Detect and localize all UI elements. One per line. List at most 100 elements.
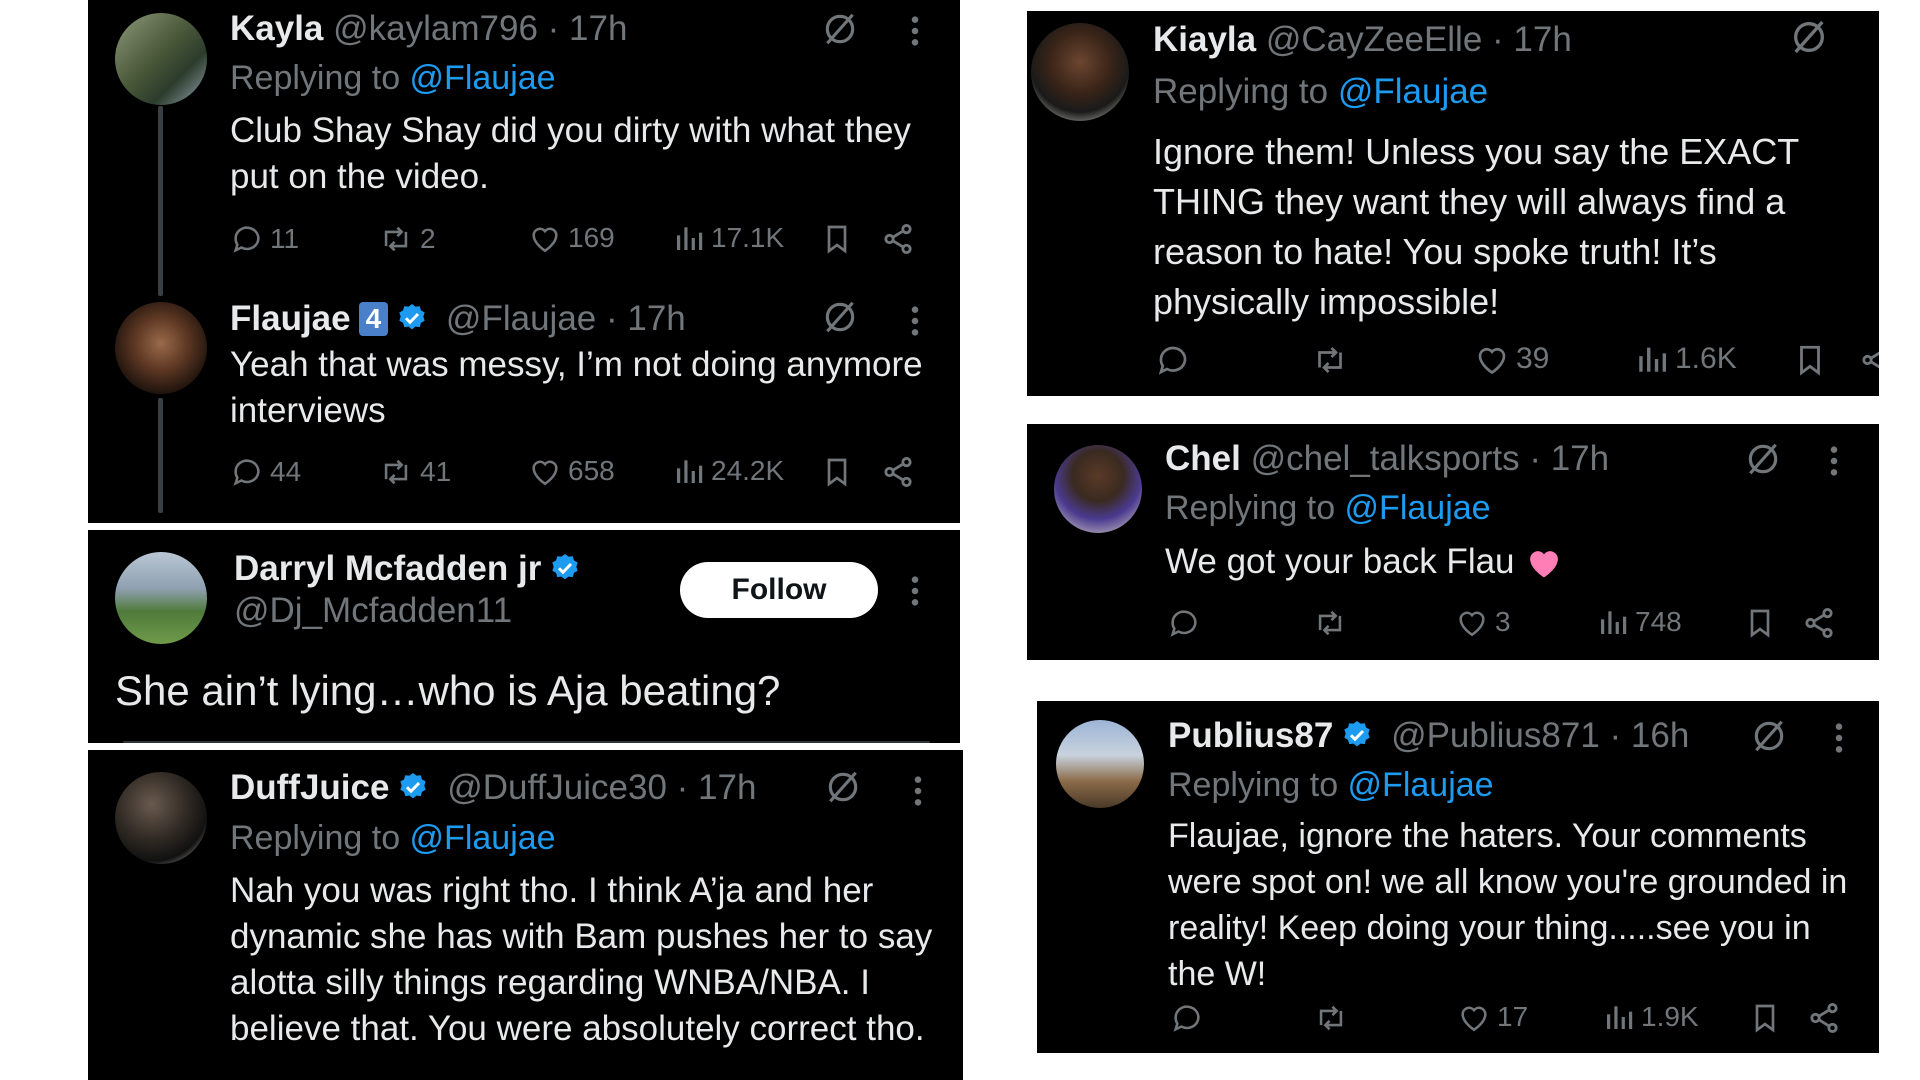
share-icon[interactable] (1802, 606, 1836, 640)
timestamp[interactable]: · 16h (1610, 716, 1690, 755)
grok-icon[interactable] (821, 10, 859, 48)
tweet-card-duffjuice: DuffJuice @DuffJuice30 · 17h Replying to… (88, 750, 963, 1080)
follow-button[interactable]: Follow (680, 562, 878, 618)
user-name[interactable]: Publius87 (1168, 716, 1333, 755)
like-button[interactable]: 658 (528, 455, 615, 487)
replying-to: Replying to @Flaujae (1153, 72, 1489, 111)
bookmark-icon[interactable] (1749, 1001, 1781, 1035)
grok-icon[interactable] (824, 768, 862, 806)
avatar[interactable] (115, 772, 207, 864)
view-count: 24.2K (711, 455, 785, 486)
more-options-icon[interactable] (1832, 721, 1846, 755)
repost-icon (384, 226, 408, 252)
views-button[interactable]: 748 (1597, 606, 1682, 638)
grok-icon[interactable] (1744, 440, 1782, 478)
affiliate-badge: 4 (358, 302, 389, 336)
repost-button[interactable]: 41 (378, 455, 451, 489)
repost-icon[interactable] (1312, 606, 1348, 640)
user-name[interactable]: Chel (1165, 439, 1241, 478)
views-button[interactable]: 24.2K (673, 455, 784, 487)
repost-icon[interactable] (1311, 342, 1349, 378)
tweet-text: We got your back Flau (1165, 539, 1563, 585)
user-name[interactable]: Kayla (230, 9, 323, 48)
like-button[interactable]: 3 (1455, 606, 1511, 638)
mention-link[interactable]: @Flaujae (410, 59, 556, 97)
user-handle[interactable]: @DuffJuice30 (447, 768, 667, 807)
reply-icon[interactable] (1167, 606, 1201, 640)
bookmark-icon[interactable] (821, 455, 853, 489)
more-options-icon[interactable] (908, 14, 922, 48)
share-icon[interactable] (881, 455, 915, 489)
views-button[interactable]: 1.6K (1635, 342, 1737, 376)
avatar[interactable] (115, 302, 207, 394)
avatar[interactable] (115, 13, 207, 105)
user-handle[interactable]: @Flaujae (446, 299, 596, 338)
views-icon (1601, 611, 1627, 634)
tweet-header: Kayla @kaylam796 · 17h (230, 8, 627, 50)
more-options-icon[interactable] (908, 304, 922, 338)
timestamp[interactable]: · 17h (1492, 20, 1572, 59)
more-options-icon[interactable] (908, 574, 922, 608)
bookmark-icon[interactable] (1793, 342, 1827, 378)
mention-link[interactable]: @Flaujae (1338, 72, 1488, 111)
timestamp[interactable]: · 17h (677, 768, 757, 807)
avatar[interactable] (1054, 445, 1142, 533)
more-options-icon[interactable] (911, 774, 925, 808)
user-handle[interactable]: @Dj_Mcfadden11 (234, 590, 512, 632)
tweet-header: Kiayla @CayZeeElle · 17h (1153, 19, 1572, 61)
user-handle[interactable]: @CayZeeElle (1266, 20, 1482, 59)
mention-link[interactable]: @Flaujae (410, 819, 556, 857)
display-name: Darryl Mcfadden jr (234, 548, 581, 590)
repost-count: 2 (420, 223, 436, 254)
avatar[interactable] (115, 552, 207, 644)
more-options-icon[interactable] (1827, 444, 1841, 478)
views-icon (1639, 347, 1667, 372)
bookmark-icon[interactable] (1744, 606, 1776, 640)
reply-count: 11 (270, 223, 300, 254)
timestamp[interactable]: · 17h (606, 299, 686, 338)
thread-line (158, 398, 163, 513)
like-count: 17 (1497, 1001, 1529, 1032)
heart-icon (1459, 611, 1485, 637)
timestamp[interactable]: · 17h (548, 9, 628, 48)
grok-icon[interactable] (1789, 17, 1829, 57)
tweet-header: Flaujae 4 @Flaujae · 17h (230, 298, 686, 340)
user-handle[interactable]: @Publius871 (1391, 716, 1600, 755)
user-name[interactable]: DuffJuice (230, 768, 389, 807)
grok-icon[interactable] (821, 298, 859, 336)
repost-button[interactable]: 2 (378, 222, 436, 256)
user-name[interactable]: Kiayla (1153, 20, 1256, 59)
like-button[interactable]: 169 (528, 222, 615, 254)
avatar[interactable] (1056, 720, 1144, 808)
views-button[interactable]: 1.9K (1603, 1001, 1699, 1033)
views-button[interactable]: 17.1K (673, 222, 784, 254)
tweet-card-thread: Kayla @kaylam796 · 17h Replying to @Flau… (88, 0, 960, 523)
grok-icon[interactable] (1750, 717, 1788, 755)
repost-count: 41 (420, 456, 452, 487)
repost-icon (384, 459, 408, 485)
replying-to: Replying to @Flaujae (230, 819, 556, 857)
user-handle[interactable]: @kaylam796 (333, 9, 538, 48)
user-handle[interactable]: @chel_talksports (1251, 439, 1520, 478)
user-name[interactable]: Flaujae (230, 299, 351, 338)
share-icon[interactable] (881, 222, 915, 256)
reply-icon[interactable] (1155, 342, 1191, 378)
bookmark-icon[interactable] (821, 222, 853, 256)
user-name[interactable]: Darryl Mcfadden jr (234, 549, 541, 588)
mention-link[interactable]: @Flaujae (1348, 766, 1494, 804)
reply-icon (233, 226, 260, 253)
share-icon[interactable] (1859, 342, 1879, 378)
timestamp[interactable]: · 17h (1529, 439, 1609, 478)
like-button[interactable]: 17 (1457, 1001, 1528, 1033)
mention-link[interactable]: @Flaujae (1345, 489, 1491, 527)
repost-icon[interactable] (1313, 1001, 1349, 1035)
reply-icon[interactable] (1170, 1001, 1204, 1035)
like-button[interactable]: 39 (1474, 342, 1549, 376)
tweet-card-chel: Chel @chel_talksports · 17h Replying to … (1027, 424, 1879, 660)
reply-button[interactable]: 44 (230, 455, 301, 489)
divider (123, 741, 930, 743)
share-icon[interactable] (1807, 1001, 1841, 1035)
tweet-card-darryl: Darryl Mcfadden jr @Dj_Mcfadden11 Follow… (88, 530, 960, 743)
reply-button[interactable]: 11 (230, 222, 299, 256)
avatar[interactable] (1031, 23, 1129, 121)
